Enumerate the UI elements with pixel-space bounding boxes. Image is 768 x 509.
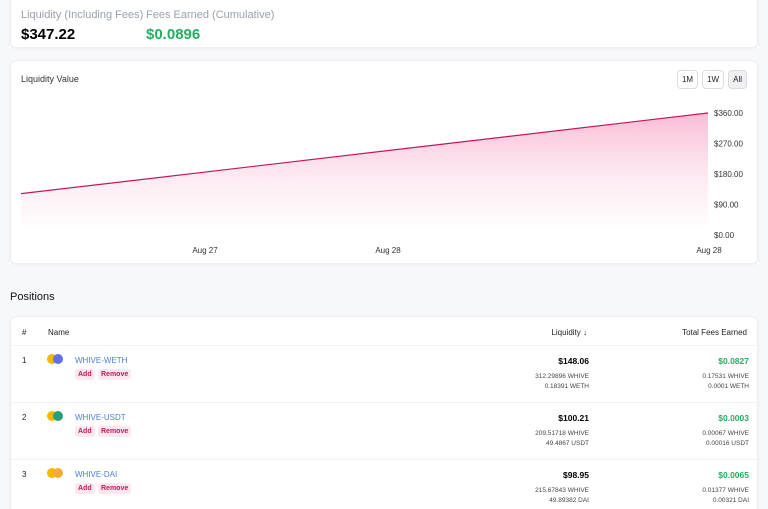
- area-fill: [21, 113, 708, 225]
- range-all-button[interactable]: All: [728, 70, 747, 89]
- y-tick-label: $180.00: [714, 170, 743, 179]
- range-selector: 1M 1W All: [676, 70, 747, 89]
- pool-name-link[interactable]: WHIVE-WETH: [75, 356, 127, 365]
- stats-card: Liquidity (Including Fees) $347.22 Fees …: [10, 0, 758, 48]
- liquidity-token-b: 49.4867 USDT: [546, 440, 589, 447]
- remove-button[interactable]: Remove: [98, 426, 132, 437]
- y-tick-label: $90.00: [714, 201, 739, 210]
- liquidity-token-b: 49.89382 DAI: [549, 497, 589, 504]
- liquidity-token-a: 312.29896 WHIVE: [535, 373, 589, 380]
- x-tick-label: Aug 28: [375, 246, 401, 255]
- fees-token-a: 0.17531 WHIVE: [702, 373, 749, 380]
- row-index: 1: [22, 356, 27, 365]
- pool-name-link[interactable]: WHIVE-DAI: [75, 470, 117, 479]
- liquidity-token-a: 209.51718 WHIVE: [535, 430, 589, 437]
- liquidity-value: $347.22: [21, 26, 76, 43]
- row-index: 3: [22, 470, 27, 479]
- fees-token-b: 0.00321 DAI: [712, 497, 749, 504]
- fees-value: $0.0003: [718, 413, 749, 423]
- header-index: #: [22, 328, 27, 337]
- liquidity-token-a: 215.67843 WHIVE: [535, 487, 589, 494]
- range-1m-button[interactable]: 1M: [676, 70, 699, 89]
- header-fees[interactable]: Total Fees Earned: [682, 328, 747, 337]
- chart-title: Liquidity Value: [21, 74, 79, 84]
- table-row: 3 WHIVE-DAI Add Remove $98.95 215.67843 WHIVE…: [11, 459, 759, 509]
- remove-button[interactable]: Remove: [98, 483, 132, 494]
- fees-stat: Fees Earned (Cumulative) $0.0896: [146, 9, 274, 43]
- header-liquidity[interactable]: Liquidity ↓: [551, 328, 587, 337]
- fees-token-a: 0.00067 WHIVE: [702, 430, 749, 437]
- fees-value: $0.0827: [718, 356, 749, 366]
- fees-value: $0.0896: [146, 26, 201, 43]
- liquidity-stat: Liquidity (Including Fees) $347.22: [21, 9, 143, 43]
- liquidity-value: $148.06: [558, 356, 589, 366]
- liquidity-value: $98.95: [563, 470, 589, 480]
- positions-table: # Name Liquidity ↓ Total Fees Earned 1 WH…: [10, 316, 759, 509]
- token-pair-icon: [47, 354, 65, 366]
- y-tick-label: $270.00: [714, 140, 743, 149]
- token-pair-icon: [47, 468, 65, 480]
- add-button[interactable]: Add: [75, 426, 95, 437]
- pool-name-link[interactable]: WHIVE-USDT: [75, 413, 126, 422]
- liquidity-chart[interactable]: $360.00 $270.00 $180.00 $90.00 $0.00 Aug 27 Au…: [11, 61, 759, 265]
- add-button[interactable]: Add: [75, 483, 95, 494]
- fees-value: $0.0065: [718, 470, 749, 480]
- fees-token-b: 0.00016 USDT: [706, 440, 749, 447]
- fees-token-b: 0.0001 WETH: [708, 383, 749, 390]
- chart-card: $360.00 $270.00 $180.00 $90.00 $0.00 Aug 27 Au…: [10, 60, 758, 264]
- fees-label: Fees Earned (Cumulative): [146, 9, 275, 21]
- x-tick-label: Aug 28: [696, 246, 722, 255]
- token-pair-icon: [47, 411, 65, 423]
- add-button[interactable]: Add: [75, 369, 95, 380]
- liquidity-value: $100.21: [558, 413, 589, 423]
- row-index: 2: [22, 413, 27, 422]
- positions-title: Positions: [10, 291, 55, 303]
- table-row: 2 WHIVE-USDT Add Remove $100.21 209.51718 WHI…: [11, 402, 759, 459]
- x-tick-label: Aug 27: [192, 246, 218, 255]
- remove-button[interactable]: Remove: [98, 369, 132, 380]
- header-name: Name: [48, 328, 70, 337]
- table-row: 1 WHIVE-WETH Add Remove $148.06 312.29896 WHI…: [11, 345, 759, 402]
- y-tick-label: $360.00: [714, 109, 743, 118]
- liquidity-token-b: 0.18391 WETH: [544, 383, 589, 390]
- range-1w-button[interactable]: 1W: [702, 70, 725, 89]
- liquidity-label: Liquidity (Including Fees): [21, 9, 144, 21]
- fees-token-a: 0.01377 WHIVE: [702, 487, 749, 494]
- y-tick-label: $0.00: [714, 231, 735, 240]
